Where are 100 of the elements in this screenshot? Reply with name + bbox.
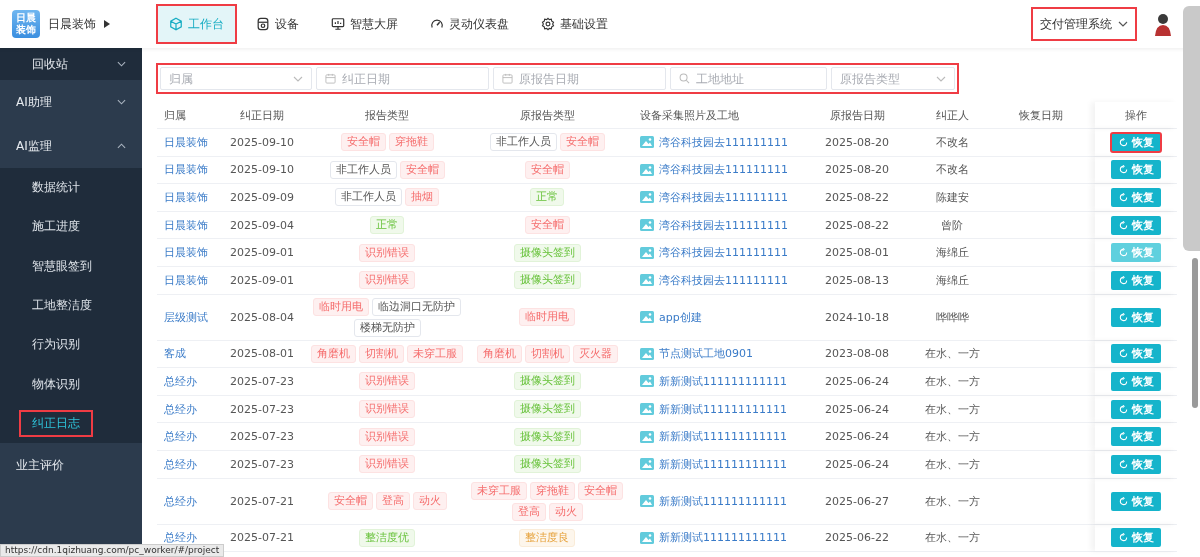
tag: 非工作人员 xyxy=(489,133,557,152)
image-icon xyxy=(640,403,654,416)
site-link[interactable]: 湾谷科技园去111111111 xyxy=(659,162,788,178)
column-header: 恢复日期 xyxy=(1019,107,1063,123)
restore-button[interactable]: 恢复 xyxy=(1111,344,1161,364)
chevron-down-icon xyxy=(936,75,946,82)
table-cell: 2025-06-22 xyxy=(825,531,889,545)
restore-button[interactable]: 恢复 xyxy=(1111,160,1161,180)
nav-tab[interactable]: 灵动仪表盘 xyxy=(418,5,521,43)
site-link[interactable]: 新新测试111111111111 xyxy=(659,456,787,472)
restore-button[interactable]: 恢复 xyxy=(1111,427,1161,447)
owner-link[interactable]: 日晨装饰 xyxy=(164,134,208,150)
search-field[interactable]: 工地地址 xyxy=(670,67,827,90)
refresh-icon xyxy=(1118,193,1128,202)
nav-tab[interactable]: 基础设置 xyxy=(529,5,620,43)
restore-button[interactable]: 恢复 xyxy=(1111,371,1161,391)
table-cell: 在水、一方 xyxy=(924,346,980,362)
tag: 未穿工服 xyxy=(407,344,463,363)
restore-button[interactable]: 恢复 xyxy=(1111,399,1161,419)
restore-button[interactable]: 恢复 xyxy=(1111,188,1161,207)
tag: 登高 xyxy=(375,492,410,511)
site-link[interactable]: 湾谷科技园去111111111 xyxy=(659,190,788,205)
site-link[interactable]: app创建 xyxy=(659,309,702,325)
table-cell: 2025-09-10 xyxy=(230,163,294,177)
caret-icon[interactable] xyxy=(104,20,110,28)
owner-link[interactable]: 客成 xyxy=(164,346,186,362)
tag: 穿拖鞋 xyxy=(530,481,575,500)
owner-link[interactable]: 总经办 xyxy=(164,373,197,389)
filter-input[interactable]: 纠正日期 xyxy=(342,71,480,86)
site-link[interactable]: 新新测试111111111111 xyxy=(659,373,787,389)
owner-link[interactable]: 总经办 xyxy=(164,530,197,546)
owner-link[interactable]: 日晨装饰 xyxy=(164,190,208,205)
sidebar-item[interactable]: 回收站 xyxy=(32,55,68,73)
tag: 安全帽 xyxy=(327,492,373,511)
table-cell: 不改名 xyxy=(935,162,969,178)
owner-link[interactable]: 总经办 xyxy=(164,456,197,472)
image-icon xyxy=(640,136,654,149)
company-name[interactable]: 日晨装饰 xyxy=(48,15,96,33)
owner-link[interactable]: 层级测试 xyxy=(164,309,208,325)
restore-button[interactable]: 恢复 xyxy=(1111,132,1161,152)
system-dropdown[interactable]: 交付管理系统 xyxy=(1032,8,1136,40)
nav-tab[interactable]: 设备 xyxy=(244,5,311,43)
tag: 安全帽 xyxy=(524,216,570,235)
image-icon xyxy=(640,375,654,388)
select-field[interactable]: 归属 xyxy=(160,67,312,90)
owner-link[interactable]: 总经办 xyxy=(164,493,197,509)
nav-tab[interactable]: 工作台 xyxy=(157,5,236,43)
scrollbar[interactable] xyxy=(1192,258,1198,408)
tag: 登高 xyxy=(511,502,546,521)
refresh-icon xyxy=(1118,137,1128,147)
tag: 摄像头签到 xyxy=(513,427,581,446)
date-field[interactable]: 原报告日期 xyxy=(493,67,666,90)
site-link[interactable]: 节点测试工地0901 xyxy=(659,346,753,362)
restore-button[interactable]: 恢复 xyxy=(1111,491,1161,511)
owner-link[interactable]: 日晨装饰 xyxy=(164,217,208,233)
site-link[interactable]: 新新测试111111111111 xyxy=(659,493,787,509)
site-link[interactable]: 新新测试111111111111 xyxy=(659,401,787,417)
owner-link[interactable]: 日晨装饰 xyxy=(164,245,208,261)
refresh-icon xyxy=(1118,275,1128,285)
filter-input[interactable]: 原报告日期 xyxy=(519,71,657,86)
tag: 摄像头签到 xyxy=(513,372,581,391)
refresh-icon xyxy=(1118,533,1128,543)
column-header: 操作 xyxy=(1125,107,1147,123)
nav-tab[interactable]: 智慧大屏 xyxy=(319,5,410,43)
site-link[interactable]: 湾谷科技园去111111111 xyxy=(659,272,788,288)
restore-button[interactable]: 恢复 xyxy=(1111,528,1161,548)
owner-link[interactable]: 总经办 xyxy=(164,401,197,417)
tag: 动火 xyxy=(412,492,447,511)
table-cell: 2025-08-20 xyxy=(825,163,889,177)
image-icon xyxy=(640,531,654,544)
site-link[interactable]: 新新测试111111111111 xyxy=(659,530,787,546)
chevron-down-icon xyxy=(293,75,303,82)
sidebar-item[interactable]: AI助理 xyxy=(16,93,52,111)
sidebar-item[interactable]: AI监理 xyxy=(16,137,52,155)
sidebar-item[interactable]: 业主评价 xyxy=(16,456,64,474)
restore-button[interactable]: 恢复 xyxy=(1111,307,1161,327)
tag: 识别错误 xyxy=(359,372,415,391)
restore-button[interactable]: 恢复 xyxy=(1111,270,1161,290)
refresh-icon xyxy=(1118,459,1128,469)
restore-button[interactable]: 恢复 xyxy=(1111,215,1161,235)
filter-input[interactable]: 归属 xyxy=(169,71,287,86)
site-link[interactable]: 新新测试111111111111 xyxy=(659,429,787,445)
site-link[interactable]: 湾谷科技园去111111111 xyxy=(659,134,788,150)
restore-button[interactable]: 恢复 xyxy=(1111,454,1161,474)
filter-input[interactable]: 原报告类型 xyxy=(840,71,930,86)
select-field[interactable]: 原报告类型 xyxy=(831,67,955,90)
table-cell: 在水、一方 xyxy=(924,373,980,389)
owner-link[interactable]: 日晨装饰 xyxy=(164,162,208,178)
image-icon xyxy=(640,246,654,259)
owner-link[interactable]: 日晨装饰 xyxy=(164,272,208,288)
date-field[interactable]: 纠正日期 xyxy=(316,67,489,90)
filter-input[interactable]: 工地地址 xyxy=(696,71,818,86)
site-link[interactable]: 湾谷科技园去111111111 xyxy=(659,245,788,261)
site-link[interactable]: 湾谷科技园去111111111 xyxy=(659,217,788,233)
logo: 日晨 装饰 xyxy=(12,10,40,38)
tag: 临时用电 xyxy=(519,308,575,327)
column-header: 归属 xyxy=(164,107,186,123)
tag: 临边洞口无防护 xyxy=(372,297,461,316)
table-cell: 2025-09-01 xyxy=(230,273,294,287)
owner-link[interactable]: 总经办 xyxy=(164,429,197,445)
